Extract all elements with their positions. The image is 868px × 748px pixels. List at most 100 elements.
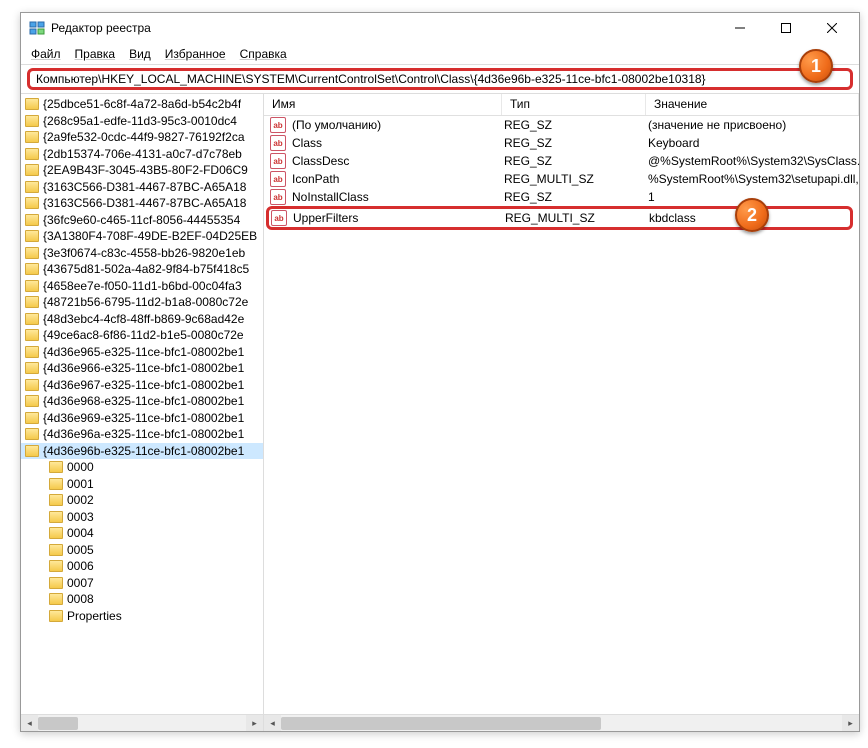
- tree-item[interactable]: {4d36e965-e325-11ce-bfc1-08002be1: [21, 344, 263, 361]
- string-value-icon: ab: [270, 117, 286, 133]
- folder-icon: [49, 478, 63, 490]
- scroll-track[interactable]: [281, 715, 842, 732]
- addressbar-container: 1: [21, 65, 859, 93]
- tree-subitem[interactable]: 0001: [21, 476, 263, 493]
- string-value-icon: ab: [270, 153, 286, 169]
- folder-icon: [25, 131, 39, 143]
- values-hscrollbar[interactable]: ◂ ▸: [264, 714, 859, 731]
- folder-icon: [49, 527, 63, 539]
- menu-edit[interactable]: Правка: [69, 46, 124, 62]
- value-row[interactable]: abClassREG_SZKeyboard: [264, 134, 859, 152]
- folder-icon: [25, 214, 39, 226]
- tree-item[interactable]: {3A1380F4-708F-49DE-B2EF-04D25EB: [21, 228, 263, 245]
- menu-view[interactable]: Вид: [123, 46, 159, 62]
- tree-item[interactable]: {3163C566-D381-4467-87BC-A65A18: [21, 195, 263, 212]
- col-header-name[interactable]: Имя: [264, 94, 502, 115]
- folder-icon: [25, 247, 39, 259]
- tree-subitem[interactable]: Properties: [21, 608, 263, 625]
- tree-item[interactable]: {48d3ebc4-4cf8-48ff-b869-9c68ad42e: [21, 311, 263, 328]
- tree-item[interactable]: {4658ee7e-f050-11d1-b6bd-00c04fa3: [21, 278, 263, 295]
- tree-panel[interactable]: {25dbce51-6c8f-4a72-8a6d-b54c2b4f {268c9…: [21, 94, 264, 731]
- folder-icon: [49, 593, 63, 605]
- string-value-icon: ab: [270, 171, 286, 187]
- folder-icon: [49, 560, 63, 572]
- col-header-type[interactable]: Тип: [502, 94, 646, 115]
- regedit-icon: [29, 20, 45, 36]
- tree-subitem[interactable]: 0002: [21, 492, 263, 509]
- string-value-icon: ab: [270, 135, 286, 151]
- tree-item[interactable]: {2a9fe532-0cdc-44f9-9827-76192f2ca: [21, 129, 263, 146]
- folder-icon: [25, 313, 39, 325]
- tree-subitem[interactable]: 0007: [21, 575, 263, 592]
- folder-icon: [25, 412, 39, 424]
- scroll-thumb[interactable]: [38, 717, 78, 730]
- tree-item[interactable]: {2EA9B43F-3045-43B5-80F2-FD06C9: [21, 162, 263, 179]
- value-row[interactable]: ab(По умолчанию)REG_SZ(значение не присв…: [264, 116, 859, 134]
- address-input[interactable]: [27, 68, 853, 90]
- folder-icon: [25, 181, 39, 193]
- values-panel[interactable]: Имя Тип Значение ab(По умолчанию)REG_SZ(…: [264, 94, 859, 731]
- tree-item[interactable]: {4d36e966-e325-11ce-bfc1-08002be1: [21, 360, 263, 377]
- scroll-left-icon[interactable]: ◂: [264, 715, 281, 732]
- value-row[interactable]: abClassDescREG_SZ@%SystemRoot%\System32\…: [264, 152, 859, 170]
- folder-icon: [25, 428, 39, 440]
- folder-icon: [25, 362, 39, 374]
- folder-icon: [25, 164, 39, 176]
- string-value-icon: ab: [271, 210, 287, 226]
- window-title: Редактор реестра: [51, 21, 717, 35]
- menu-help[interactable]: Справка: [234, 46, 295, 62]
- menu-file[interactable]: Файл: [25, 46, 69, 62]
- menu-favorites[interactable]: Избранное: [159, 46, 234, 62]
- tree-item[interactable]: {268c95a1-edfe-11d3-95c3-0010dc4: [21, 113, 263, 130]
- folder-icon: [49, 461, 63, 473]
- folder-icon: [49, 494, 63, 506]
- folder-icon: [25, 296, 39, 308]
- folder-icon: [25, 230, 39, 242]
- col-header-data[interactable]: Значение: [646, 94, 859, 115]
- tree-subitem[interactable]: 0006: [21, 558, 263, 575]
- folder-icon: [25, 395, 39, 407]
- value-row[interactable]: abIconPathREG_MULTI_SZ%SystemRoot%\Syste…: [264, 170, 859, 188]
- tree-subitem[interactable]: 0008: [21, 591, 263, 608]
- maximize-button[interactable]: [763, 13, 809, 43]
- tree-item[interactable]: {3e3f0674-c83c-4558-bb26-9820e1eb: [21, 245, 263, 262]
- folder-icon: [49, 577, 63, 589]
- folder-icon: [25, 98, 39, 110]
- folder-icon: [49, 511, 63, 523]
- close-button[interactable]: [809, 13, 855, 43]
- tree-subitem[interactable]: 0003: [21, 509, 263, 526]
- scroll-thumb[interactable]: [281, 717, 601, 730]
- values-header: Имя Тип Значение: [264, 94, 859, 116]
- titlebar: Редактор реестра: [21, 13, 859, 43]
- folder-icon: [49, 610, 63, 622]
- tree-item[interactable]: {3163C566-D381-4467-87BC-A65A18: [21, 179, 263, 196]
- tree-item[interactable]: {25dbce51-6c8f-4a72-8a6d-b54c2b4f: [21, 96, 263, 113]
- scroll-left-icon[interactable]: ◂: [21, 715, 38, 732]
- tree-item[interactable]: {49ce6ac8-6f86-11d2-b1e5-0080c72e: [21, 327, 263, 344]
- tree-hscrollbar[interactable]: ◂ ▸: [21, 714, 263, 731]
- tree-subitem[interactable]: 0000: [21, 459, 263, 476]
- scroll-right-icon[interactable]: ▸: [842, 715, 859, 732]
- tree-body: {25dbce51-6c8f-4a72-8a6d-b54c2b4f {268c9…: [21, 94, 263, 714]
- tree-item-selected[interactable]: {4d36e96b-e325-11ce-bfc1-08002be1: [21, 443, 263, 460]
- menubar: Файл Правка Вид Избранное Справка: [21, 43, 859, 65]
- folder-icon: [25, 329, 39, 341]
- tree-item[interactable]: {4d36e96a-e325-11ce-bfc1-08002be1: [21, 426, 263, 443]
- values-body: ab(По умолчанию)REG_SZ(значение не присв…: [264, 116, 859, 714]
- scroll-right-icon[interactable]: ▸: [246, 715, 263, 732]
- tree-subitem[interactable]: 0004: [21, 525, 263, 542]
- tree-item[interactable]: {43675d81-502a-4a82-9f84-b75f418c5: [21, 261, 263, 278]
- tree-item[interactable]: {4d36e967-e325-11ce-bfc1-08002be1: [21, 377, 263, 394]
- window-controls: [717, 13, 855, 43]
- folder-icon: [25, 263, 39, 275]
- value-row[interactable]: abNoInstallClassREG_SZ1: [264, 188, 859, 206]
- minimize-button[interactable]: [717, 13, 763, 43]
- folder-icon: [49, 544, 63, 556]
- tree-subitem[interactable]: 0005: [21, 542, 263, 559]
- scroll-track[interactable]: [38, 715, 246, 732]
- tree-item[interactable]: {4d36e969-e325-11ce-bfc1-08002be1: [21, 410, 263, 427]
- tree-item[interactable]: {36fc9e60-c465-11cf-8056-44455354: [21, 212, 263, 229]
- tree-item[interactable]: {4d36e968-e325-11ce-bfc1-08002be1: [21, 393, 263, 410]
- tree-item[interactable]: {2db15374-706e-4131-a0c7-d7c78eb: [21, 146, 263, 163]
- tree-item[interactable]: {48721b56-6795-11d2-b1a8-0080c72e: [21, 294, 263, 311]
